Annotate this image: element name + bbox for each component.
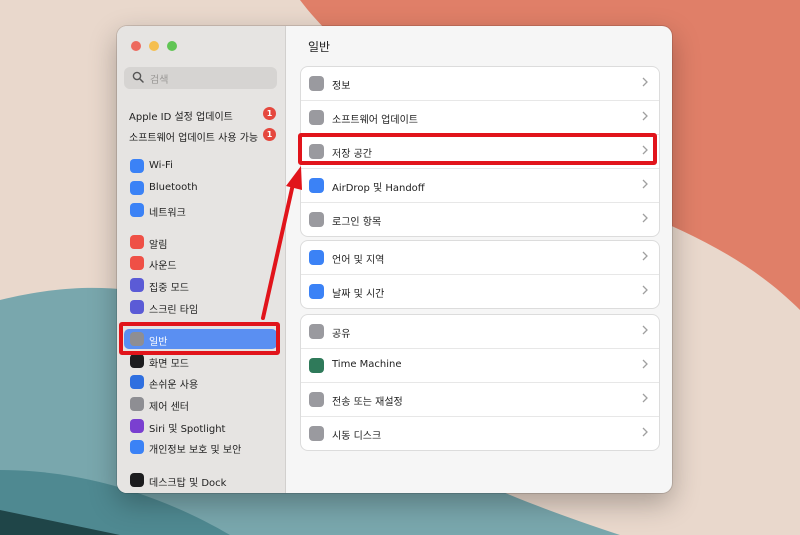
annotation-arrow [261,166,302,320]
